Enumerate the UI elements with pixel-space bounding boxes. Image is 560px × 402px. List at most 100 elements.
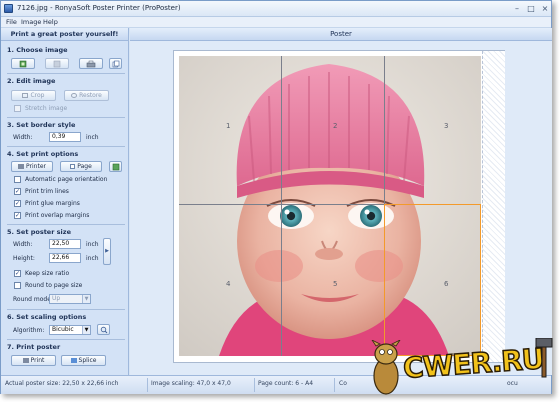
print-overlap-margins-label: Print overlap margins xyxy=(25,212,90,219)
printer-button[interactable]: Printer xyxy=(11,161,53,172)
algorithm-value: Bicubic xyxy=(52,326,74,333)
restore-button[interactable]: Restore xyxy=(64,90,109,101)
round-mode-label: Round mode: xyxy=(13,296,53,303)
window-title: 7126.jpg - RonyaSoft Poster Printer (Pro… xyxy=(17,4,181,12)
save-image-button[interactable] xyxy=(45,58,69,69)
copy-icon xyxy=(112,60,119,68)
stretch-image-checkbox[interactable] xyxy=(14,105,21,112)
paste-image-button[interactable] xyxy=(109,58,122,69)
poster-height-input[interactable]: 22,66 xyxy=(49,253,81,263)
page-preview-button[interactable] xyxy=(109,161,122,172)
divider xyxy=(7,117,125,118)
section-scaling: 6. Set scaling options xyxy=(7,313,87,321)
divider xyxy=(7,224,125,225)
poster-height-label: Height: xyxy=(13,255,35,262)
poster-width-unit: inch xyxy=(86,241,99,248)
auto-orientation-checkbox[interactable] xyxy=(14,176,21,183)
section-print-poster: 7. Print poster xyxy=(7,343,61,351)
menu-bar: File Image Help xyxy=(1,17,551,28)
print-trim-lines-checkbox[interactable]: ✓ xyxy=(14,188,21,195)
maximize-button[interactable]: □ xyxy=(525,3,537,14)
keep-ratio-label: Keep size ratio xyxy=(25,270,70,277)
print-button[interactable]: Print xyxy=(11,355,56,366)
divider xyxy=(7,73,125,74)
poster-image[interactable]: 1 2 3 4 5 6 xyxy=(179,56,481,356)
watermark: CWER.RU xyxy=(362,338,558,398)
section-edit-image: 2. Edit image xyxy=(7,77,56,85)
open-image-icon xyxy=(19,60,27,68)
algorithm-label: Algorithm: xyxy=(13,327,45,334)
border-width-label: Width: xyxy=(13,134,33,141)
selected-page-outline[interactable] xyxy=(384,204,481,356)
page-number: 2 xyxy=(333,122,338,130)
section-border-style: 3. Set border style xyxy=(7,121,76,129)
status-actual-size: Actual poster size: 22,50 x 22,66 inch xyxy=(5,380,119,387)
crop-icon xyxy=(22,93,29,98)
page-divider-vertical xyxy=(281,56,282,356)
zoom-preview-button[interactable] xyxy=(97,324,110,335)
printer-icon xyxy=(18,164,25,169)
watermark-text: CWER.RU xyxy=(401,341,545,385)
keep-ratio-checkbox[interactable]: ✓ xyxy=(14,270,21,277)
restore-label: Restore xyxy=(79,92,102,99)
auto-orientation-label: Automatic page orientation xyxy=(25,176,108,183)
chevron-down-icon: ▼ xyxy=(82,295,90,303)
save-image-icon xyxy=(53,60,61,68)
status-divider xyxy=(254,378,255,392)
scanner-icon xyxy=(86,60,96,68)
section-print-options: 4. Set print options xyxy=(7,150,79,158)
status-divider xyxy=(334,378,335,392)
border-width-input[interactable]: 0,39 xyxy=(49,132,81,142)
page-label: Page xyxy=(77,163,92,170)
page-number: 6 xyxy=(444,280,449,288)
stretch-image-label: Stretch image xyxy=(25,105,68,112)
divider xyxy=(7,309,125,310)
open-image-button[interactable] xyxy=(11,58,35,69)
status-extra: Co xyxy=(339,380,347,387)
title-bar[interactable]: 7126.jpg - RonyaSoft Poster Printer (Pro… xyxy=(1,1,551,17)
poster-width-input[interactable]: 22,50 xyxy=(49,239,81,249)
round-to-page-checkbox[interactable] xyxy=(14,282,21,289)
print-glue-margins-checkbox[interactable]: ✓ xyxy=(14,200,21,207)
main-window: 7126.jpg - RonyaSoft Poster Printer (Pro… xyxy=(0,0,552,394)
magnifier-icon xyxy=(100,326,107,334)
page-grid: 1 2 3 4 5 6 xyxy=(179,56,481,356)
section-poster-size: 5. Set poster size xyxy=(7,228,71,236)
status-page-count: Page count: 6 - A4 xyxy=(258,380,314,387)
app-icon xyxy=(4,4,13,13)
menu-image[interactable]: Image xyxy=(21,18,41,26)
splice-icon xyxy=(70,358,77,363)
menu-help[interactable]: Help xyxy=(43,18,58,26)
print-overlap-margins-checkbox[interactable]: ✓ xyxy=(14,212,21,219)
algorithm-select[interactable]: Bicubic ▼ xyxy=(49,325,91,335)
printer-label: Printer xyxy=(26,163,46,170)
scan-image-button[interactable] xyxy=(79,58,103,69)
poster-panel: Poster 1 2 3 4 5 6 xyxy=(130,28,552,375)
round-to-page-label: Round to page size xyxy=(25,282,83,289)
crop-button[interactable]: Crop xyxy=(11,90,56,101)
minimize-button[interactable]: – xyxy=(511,3,523,14)
print-label: Print xyxy=(30,357,45,364)
page-number: 1 xyxy=(226,122,231,130)
round-mode-value: Up xyxy=(52,295,61,302)
watermark-hammer-icon xyxy=(535,338,553,378)
poster-canvas[interactable]: 1 2 3 4 5 6 xyxy=(173,50,505,363)
page-number: 3 xyxy=(444,122,449,130)
status-image-scaling: Image scaling: 47,0 x 47,0 xyxy=(151,380,231,387)
page-icon xyxy=(70,164,76,169)
close-button[interactable]: × xyxy=(539,3,551,14)
left-panel: Print a great poster yourself! 1. Choose… xyxy=(1,28,129,375)
round-mode-select[interactable]: Up ▼ xyxy=(49,294,91,304)
splice-button[interactable]: Splice xyxy=(61,355,106,366)
divider xyxy=(7,146,125,147)
printer-icon xyxy=(22,358,29,363)
link-ratio-button[interactable]: ▶ xyxy=(103,238,111,265)
chevron-right-icon: ▶ xyxy=(105,248,109,254)
preview-icon xyxy=(112,163,119,171)
menu-file[interactable]: File xyxy=(6,18,17,26)
crop-label: Crop xyxy=(30,92,45,99)
poster-panel-header: Poster xyxy=(130,28,552,41)
print-glue-margins-label: Print glue margins xyxy=(25,200,80,207)
page-setup-button[interactable]: Page xyxy=(60,161,102,172)
border-width-unit: inch xyxy=(86,134,99,141)
